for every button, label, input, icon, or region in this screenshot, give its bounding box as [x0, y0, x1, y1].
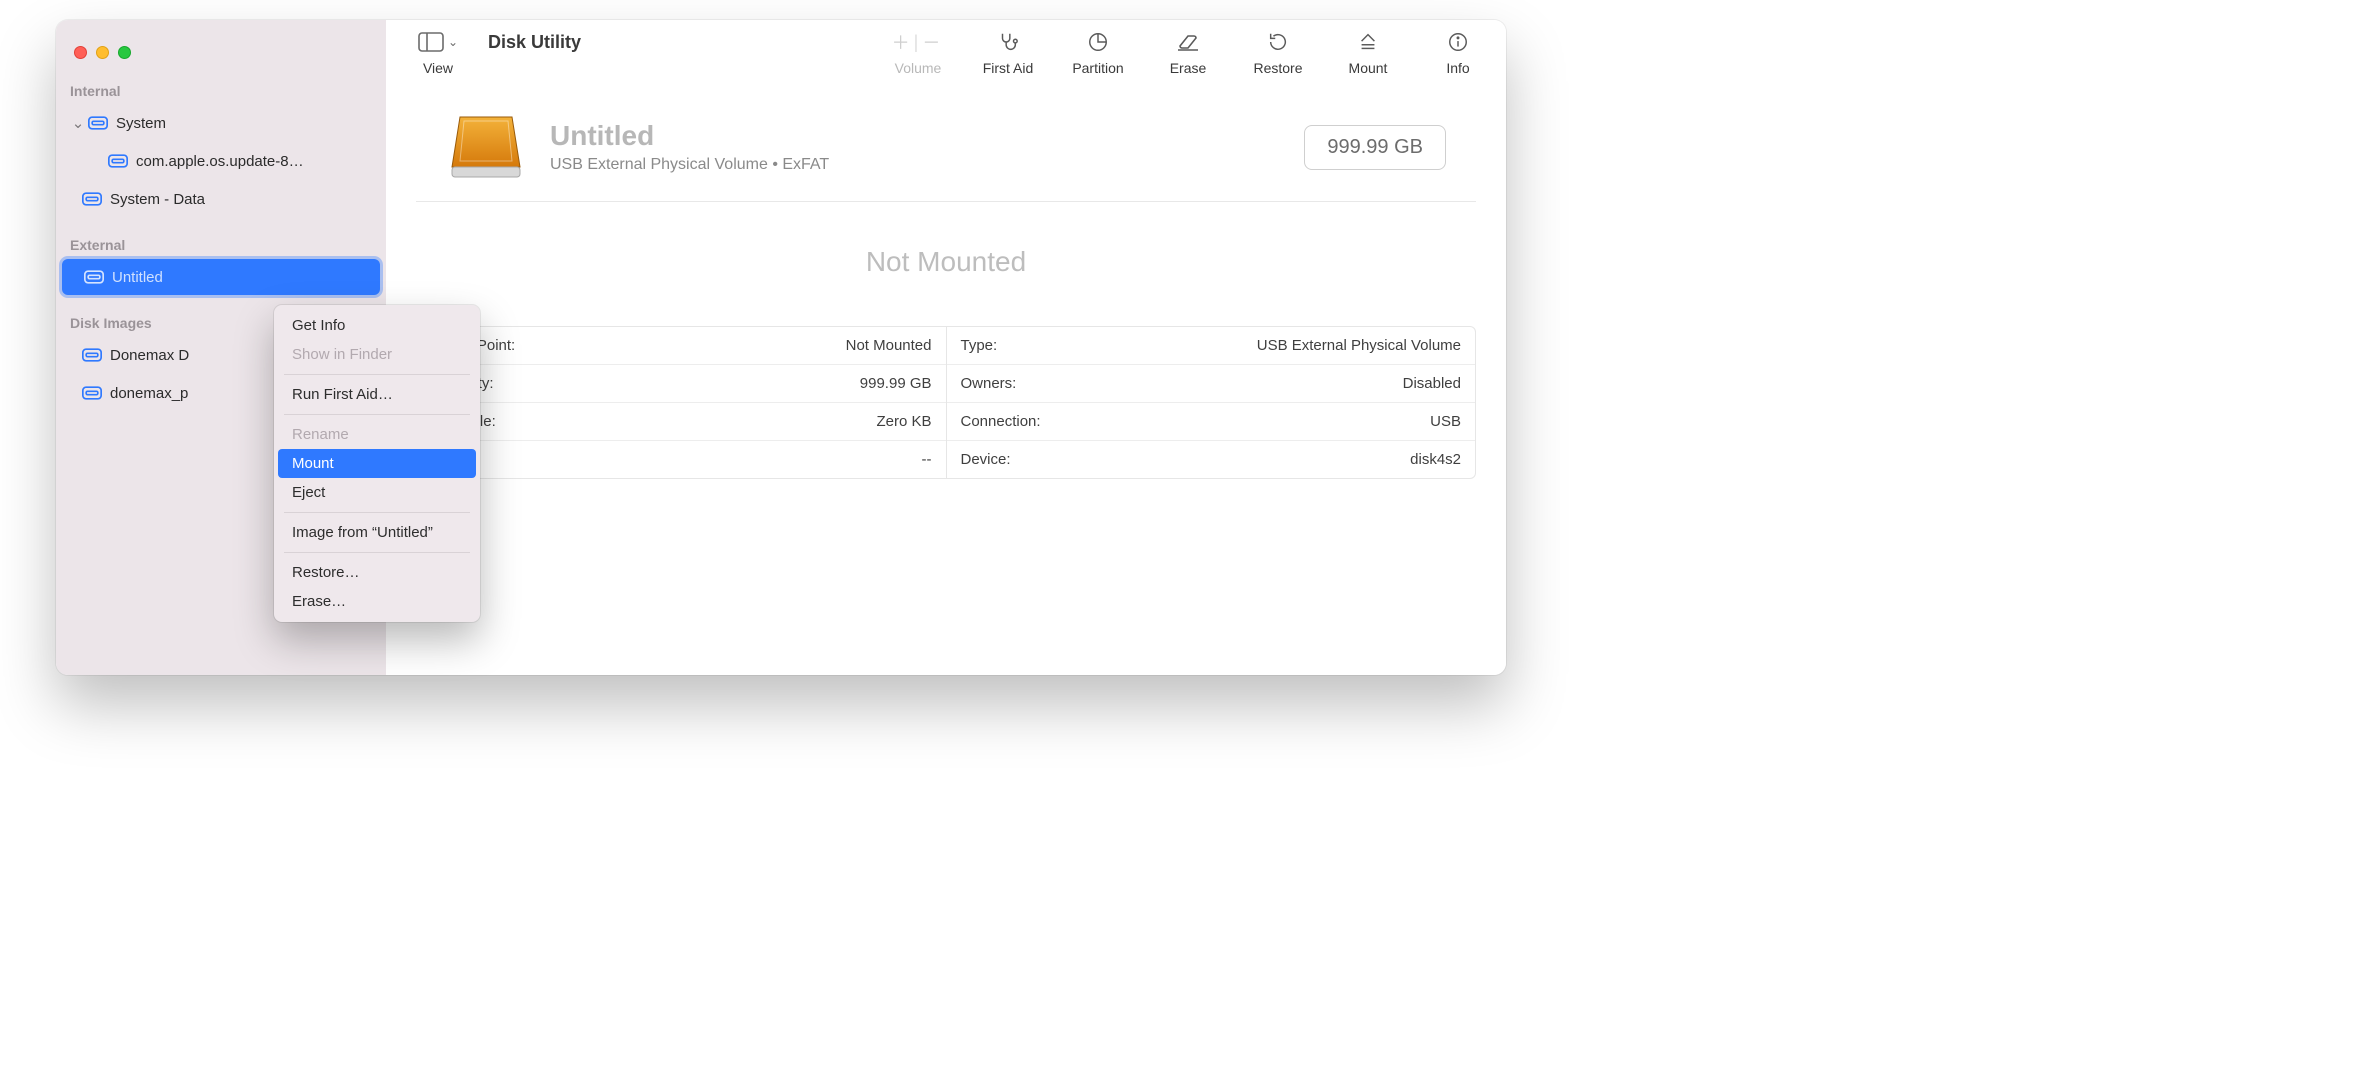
sidebar-item-os-update[interactable]: com.apple.os.update-8… — [60, 143, 382, 179]
detail-key: Device: — [961, 451, 1011, 468]
sidebar-item-label: donemax_p — [110, 385, 188, 402]
volume-size-badge: 999.99 GB — [1304, 125, 1446, 170]
detail-value: USB External Physical Volume — [1257, 337, 1461, 354]
detail-row-type: Type: USB External Physical Volume — [947, 327, 1476, 364]
sidebar-toggle-icon: ⌄ — [418, 30, 458, 54]
menu-item-show-in-finder: Show in Finder — [278, 340, 476, 369]
detail-value: -- — [922, 451, 932, 468]
mount-button[interactable]: Mount — [1338, 30, 1398, 76]
context-menu: Get Info Show in Finder Run First Aid… R… — [274, 305, 480, 622]
detail-row-used: Used:-- — [417, 440, 946, 478]
sidebar-item-label: com.apple.os.update-8… — [136, 153, 304, 170]
restore-button[interactable]: Restore — [1248, 30, 1308, 76]
view-button[interactable]: ⌄ View — [408, 30, 468, 76]
sidebar-item-label: System — [116, 115, 166, 132]
disk-icon — [82, 386, 102, 400]
menu-item-mount[interactable]: Mount — [278, 449, 476, 478]
detail-row-capacity: Capacity:999.99 GB — [417, 364, 946, 402]
window-title: Disk Utility — [488, 32, 581, 53]
detail-key: Connection: — [961, 413, 1041, 430]
pie-icon — [1087, 30, 1109, 54]
detail-value: Zero KB — [876, 413, 931, 430]
sidebar-item-label: System - Data — [110, 191, 205, 208]
volume-button: ＋|－ Volume — [888, 30, 948, 76]
detail-value: 999.99 GB — [860, 375, 932, 392]
volume-header: Untitled USB External Physical Volume • … — [416, 87, 1476, 202]
window-controls — [56, 34, 386, 77]
info-button[interactable]: Info — [1428, 30, 1488, 76]
toolbar-label: Restore — [1253, 60, 1302, 76]
menu-separator — [284, 414, 470, 415]
detail-value: Disabled — [1403, 375, 1461, 392]
disk-icon — [88, 116, 108, 130]
sidebar-item-label: Donemax D — [110, 347, 189, 364]
detail-row-mount-point: Mount Point:Not Mounted — [417, 327, 946, 364]
details-table: Mount Point:Not Mounted Capacity:999.99 … — [416, 326, 1476, 479]
detail-value: disk4s2 — [1410, 451, 1461, 468]
menu-item-image-from[interactable]: Image from “Untitled” — [278, 518, 476, 547]
restore-icon — [1267, 30, 1289, 54]
volume-name: Untitled — [550, 120, 829, 152]
detail-row-owners: Owners: Disabled — [947, 364, 1476, 402]
sidebar-section-internal: Internal — [56, 77, 386, 103]
stethoscope-icon — [997, 30, 1019, 54]
volume-status: Not Mounted — [386, 202, 1506, 326]
detail-key: Type: — [961, 337, 998, 354]
detail-key: Owners: — [961, 375, 1017, 392]
toolbar-label: Volume — [895, 60, 942, 76]
main-pane: ⌄ View Disk Utility ＋|－ Volume — [386, 20, 1506, 675]
disk-utility-window: Internal ⌄ System com.apple.os.update-8…… — [56, 20, 1506, 675]
sidebar-item-label: Untitled — [112, 269, 163, 286]
disclosure-triangle-icon[interactable]: ⌄ — [70, 114, 86, 132]
sidebar-item-system[interactable]: ⌄ System — [60, 105, 382, 141]
close-window-button[interactable] — [74, 46, 87, 59]
disk-icon — [82, 348, 102, 362]
disk-icon — [82, 192, 102, 206]
sidebar-section-external: External — [56, 231, 386, 257]
toolbar-label: First Aid — [983, 60, 1034, 76]
menu-separator — [284, 374, 470, 375]
sidebar-item-untitled[interactable]: Untitled — [62, 259, 380, 295]
toolbar-label: View — [423, 60, 453, 76]
detail-value: USB — [1430, 413, 1461, 430]
menu-separator — [284, 512, 470, 513]
menu-item-rename: Rename — [278, 420, 476, 449]
detail-row-connection: Connection: USB — [947, 402, 1476, 440]
chevron-down-icon: ⌄ — [448, 35, 458, 49]
disk-icon — [108, 154, 128, 168]
disk-icon — [84, 270, 104, 284]
volume-subtitle: USB External Physical Volume • ExFAT — [550, 156, 829, 174]
toolbar-label: Erase — [1170, 60, 1207, 76]
details-right-col: Type: USB External Physical Volume Owners… — [946, 327, 1476, 478]
menu-item-restore[interactable]: Restore… — [278, 558, 476, 587]
menu-item-get-info[interactable]: Get Info — [278, 311, 476, 340]
first-aid-button[interactable]: First Aid — [978, 30, 1038, 76]
info-icon — [1447, 30, 1469, 54]
toolbar-label: Mount — [1349, 60, 1388, 76]
menu-separator — [284, 552, 470, 553]
minimize-window-button[interactable] — [96, 46, 109, 59]
toolbar-label: Partition — [1072, 60, 1123, 76]
details-left-col: Mount Point:Not Mounted Capacity:999.99 … — [417, 327, 946, 478]
menu-item-run-first-aid[interactable]: Run First Aid… — [278, 380, 476, 409]
sidebar-item-system-data[interactable]: System - Data — [60, 181, 382, 217]
mount-icon — [1357, 30, 1379, 54]
toolbar-label: Info — [1446, 60, 1469, 76]
partition-button[interactable]: Partition — [1068, 30, 1128, 76]
detail-row-device: Device: disk4s2 — [947, 440, 1476, 478]
zoom-window-button[interactable] — [118, 46, 131, 59]
toolbar: ⌄ View Disk Utility ＋|－ Volume — [386, 20, 1506, 87]
menu-item-eject[interactable]: Eject — [278, 478, 476, 507]
erase-button[interactable]: Erase — [1158, 30, 1218, 76]
plus-minus-icon: ＋|－ — [892, 30, 945, 54]
external-drive-icon — [446, 111, 526, 183]
detail-value: Not Mounted — [846, 337, 932, 354]
erase-icon — [1176, 30, 1200, 54]
volume-title-block: Untitled USB External Physical Volume • … — [550, 120, 829, 174]
menu-item-erase[interactable]: Erase… — [278, 587, 476, 616]
detail-row-available: Available:Zero KB — [417, 402, 946, 440]
